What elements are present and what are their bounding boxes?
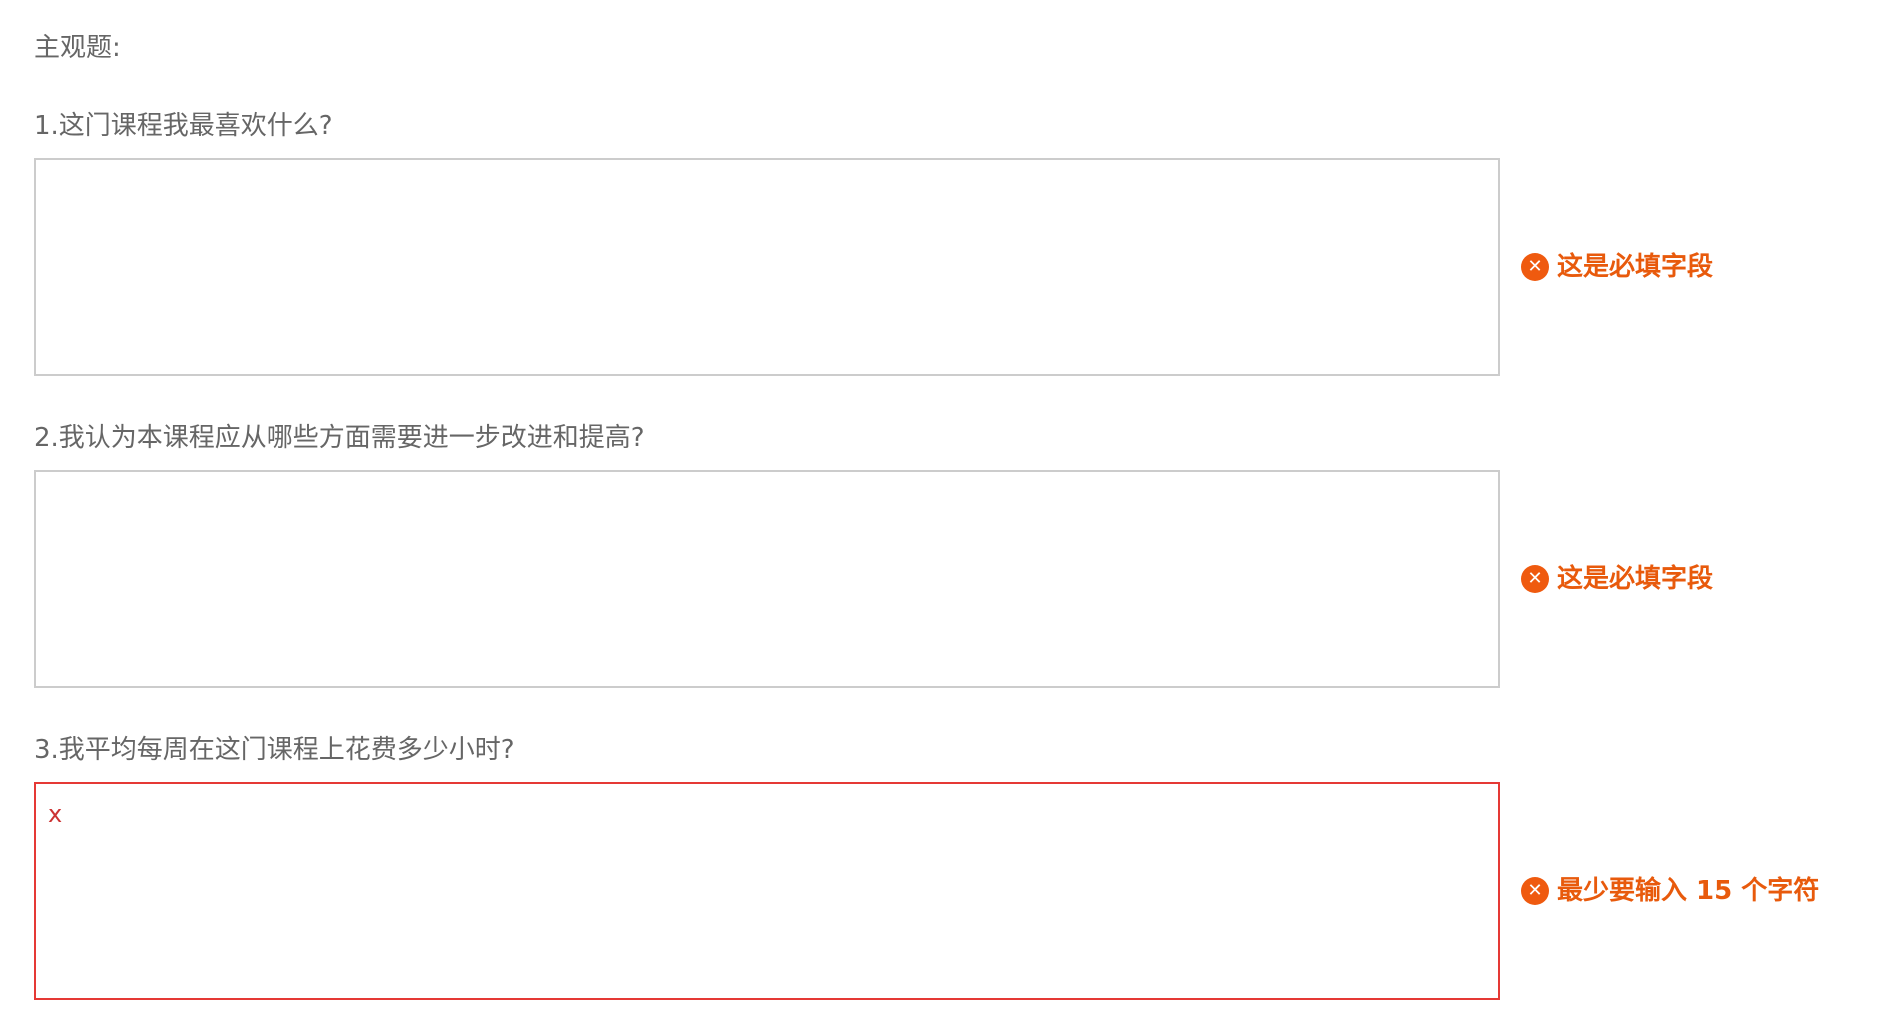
question-2-label: 2.我认为本课程应从哪些方面需要进一步改进和提高? <box>34 423 645 453</box>
question-1-label: 1.这门课程我最喜欢什么? <box>34 111 333 141</box>
question-1: 1.这门课程我最喜欢什么? ✕ 这是必填字段 <box>34 106 1874 398</box>
question-3-error-text: 最少要输入 15 个字符 <box>1557 876 1820 906</box>
section-title: 主观题: <box>34 33 121 63</box>
question-1-error-message: ✕ 这是必填字段 <box>1521 247 1713 287</box>
error-icon: ✕ <box>1521 877 1549 905</box>
error-icon: ✕ <box>1521 253 1549 281</box>
question-2: 2.我认为本课程应从哪些方面需要进一步改进和提高? ✕ 这是必填字段 <box>34 418 1874 710</box>
question-1-error-text: 这是必填字段 <box>1557 252 1714 282</box>
question-1-answer-textarea[interactable] <box>34 158 1500 376</box>
question-3-error-message: ✕ 最少要输入 15 个字符 <box>1521 871 1819 911</box>
question-3: 3.我平均每周在这门课程上花费多少小时? x ✕ 最少要输入 15 个字符 <box>34 730 1874 1022</box>
question-3-answer-textarea[interactable]: x <box>34 782 1500 1000</box>
question-3-label: 3.我平均每周在这门课程上花费多少小时? <box>34 735 515 765</box>
error-icon: ✕ <box>1521 565 1549 593</box>
question-2-error-text: 这是必填字段 <box>1557 564 1714 594</box>
question-2-error-message: ✕ 这是必填字段 <box>1521 559 1713 599</box>
question-2-answer-textarea[interactable] <box>34 470 1500 688</box>
